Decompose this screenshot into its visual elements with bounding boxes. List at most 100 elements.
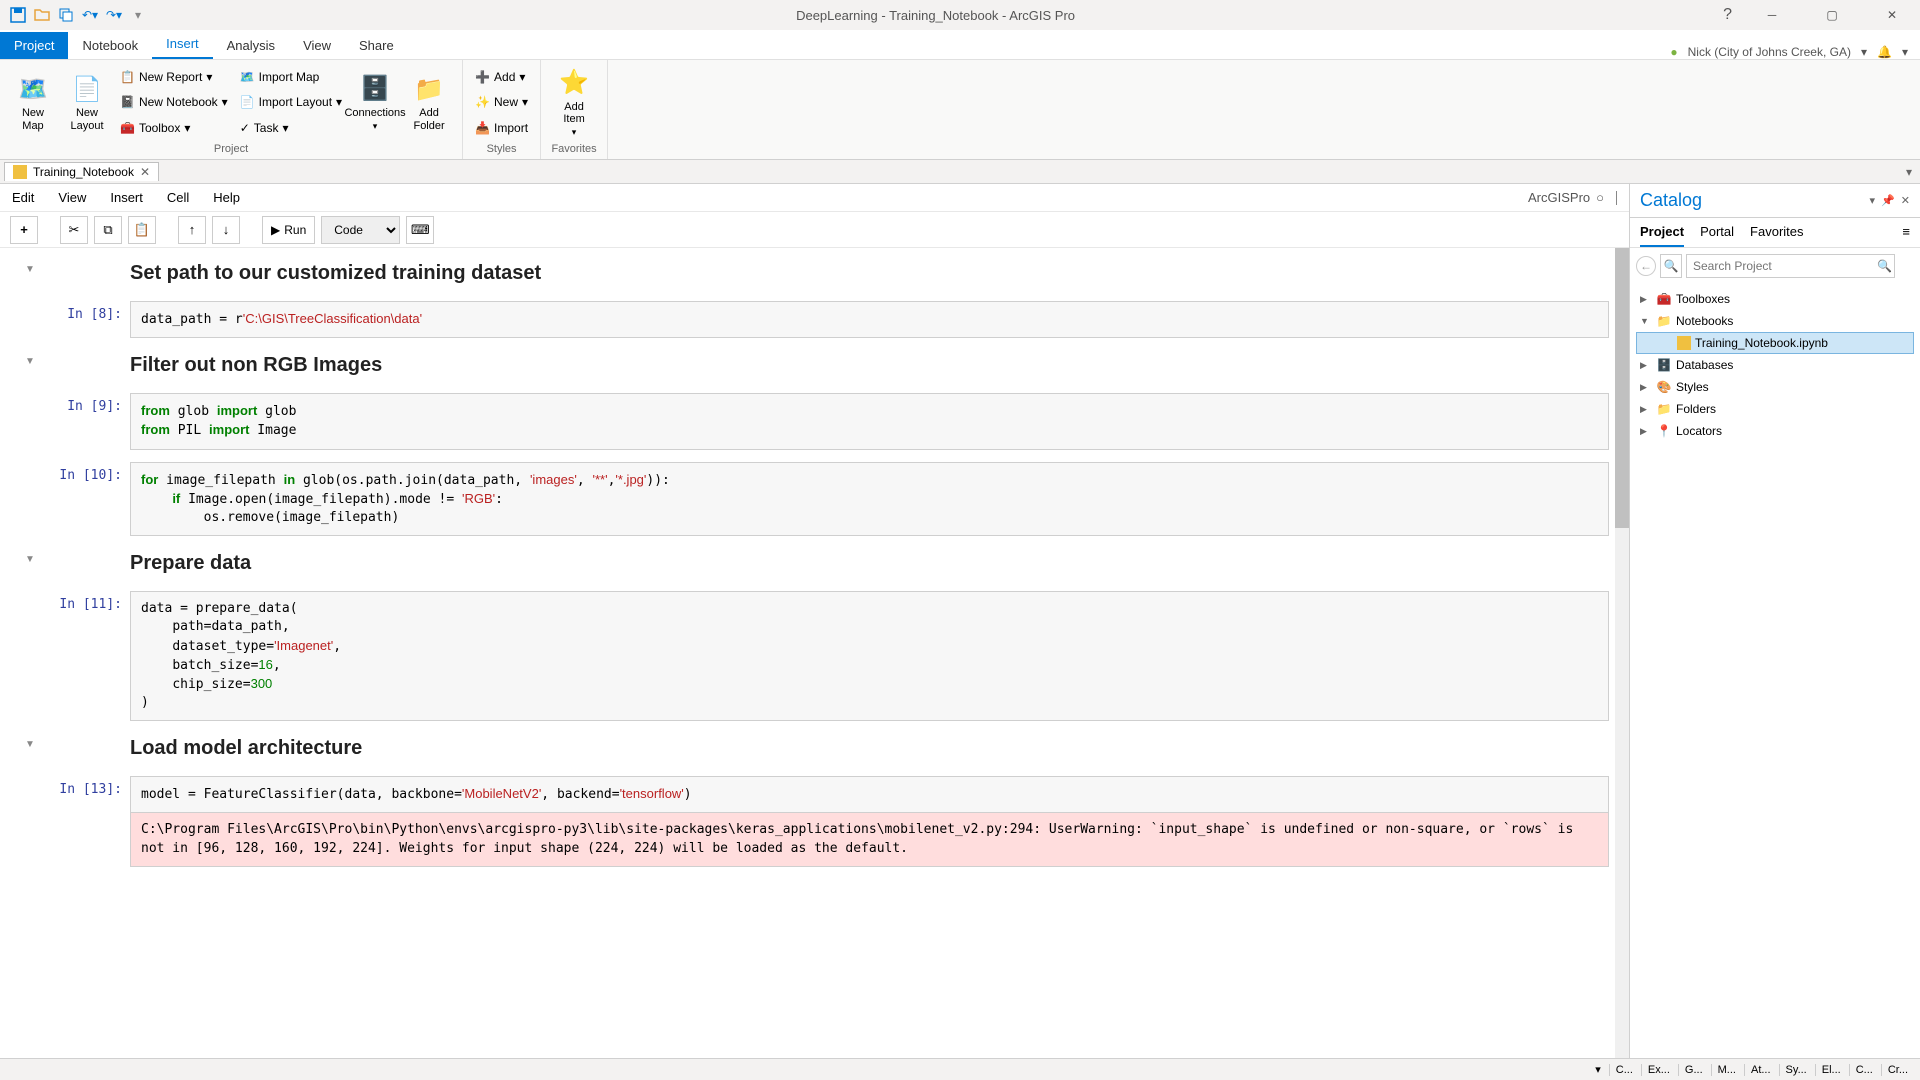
menu-cell[interactable]: Cell (167, 190, 189, 205)
code-cell[interactable]: for image_filepath in glob(os.path.join(… (130, 462, 1609, 537)
user-name[interactable]: Nick (City of Johns Creek, GA) (1688, 45, 1851, 59)
new-report-button[interactable]: 📋New Report▾ (116, 66, 232, 88)
toolbox-button[interactable]: 🧰Toolbox▾ (116, 117, 232, 139)
scrollbar-thumb[interactable] (1615, 248, 1629, 528)
import-map-button[interactable]: 🗺️Import Map (236, 66, 346, 88)
undo-icon[interactable]: ↶▾ (80, 5, 100, 25)
search-go-icon[interactable]: 🔍 (1877, 259, 1892, 273)
insert-cell-button[interactable]: + (10, 216, 38, 244)
catalog-tab-project[interactable]: Project (1640, 224, 1684, 247)
styles-add-button[interactable]: ➕Add▾ (471, 66, 532, 88)
keyboard-button[interactable]: ⌨ (406, 216, 434, 244)
close-tab-icon[interactable]: ✕ (140, 165, 150, 179)
catalog-close-icon[interactable]: ✕ (1901, 194, 1910, 207)
new-notebook-button[interactable]: 📓New Notebook▾ (116, 91, 232, 113)
maximize-button[interactable]: ▢ (1812, 1, 1852, 29)
tab-analysis[interactable]: Analysis (213, 32, 289, 59)
notification-icon[interactable]: 🔔 (1877, 45, 1892, 59)
document-tab-title: Training_Notebook (33, 165, 134, 179)
menu-icon[interactable]: ≡ (1902, 224, 1910, 247)
status-tab[interactable]: Sy... (1779, 1064, 1813, 1076)
document-tab[interactable]: Training_Notebook ✕ (4, 162, 159, 181)
status-tab[interactable]: Cr... (1881, 1064, 1914, 1076)
tab-share[interactable]: Share (345, 32, 408, 59)
cut-button[interactable]: ✂ (60, 216, 88, 244)
locator-icon: 📍 (1656, 423, 1672, 439)
move-up-button[interactable]: ↑ (178, 216, 206, 244)
tree-item-databases[interactable]: ▶🗄️Databases (1636, 354, 1914, 376)
back-icon[interactable]: ← (1636, 256, 1656, 276)
copy-button[interactable]: ⧉ (94, 216, 122, 244)
catalog-tree: ▶🧰Toolboxes ▼📁Notebooks Training_Noteboo… (1630, 284, 1920, 1058)
collapse-icon[interactable]: ▼ (25, 739, 35, 764)
scrollbar-track[interactable] (1615, 248, 1629, 1058)
tree-item-notebook-file[interactable]: Training_Notebook.ipynb (1636, 332, 1914, 354)
move-down-button[interactable]: ↓ (212, 216, 240, 244)
catalog-options-icon[interactable]: ▾ (1870, 194, 1876, 207)
collapse-icon[interactable]: ▼ (25, 356, 35, 381)
run-button[interactable]: ▶Run (262, 216, 315, 244)
catalog-tab-portal[interactable]: Portal (1700, 224, 1734, 247)
search-input[interactable] (1686, 254, 1895, 278)
import-layout-button[interactable]: 📄Import Layout▾ (236, 91, 346, 113)
menu-edit[interactable]: Edit (12, 190, 34, 205)
layout-icon: 📄 (71, 73, 103, 105)
open-icon[interactable] (32, 5, 52, 25)
heading[interactable]: Set path to our customized training data… (130, 258, 1609, 289)
status-tab[interactable]: G... (1678, 1064, 1709, 1076)
styles-new-button[interactable]: ✨New▾ (471, 91, 532, 113)
save-icon[interactable] (8, 5, 28, 25)
heading[interactable]: Filter out non RGB Images (130, 350, 1609, 381)
new-layout-button[interactable]: 📄New Layout (62, 64, 112, 141)
minimize-button[interactable]: ─ (1752, 1, 1792, 29)
code-cell[interactable]: data = prepare_data( path=data_path, dat… (130, 591, 1609, 721)
status-tab[interactable]: M... (1711, 1064, 1742, 1076)
tab-insert[interactable]: Insert (152, 30, 213, 59)
status-tab[interactable]: El... (1815, 1064, 1847, 1076)
heading[interactable]: Load model architecture (130, 733, 1609, 764)
status-tab[interactable]: C... (1609, 1064, 1639, 1076)
heading[interactable]: Prepare data (130, 548, 1609, 579)
code-cell[interactable]: from glob import glob from PIL import Im… (130, 393, 1609, 449)
folder-icon: 📁 (413, 73, 445, 105)
collapse-icon[interactable]: ▼ (25, 554, 35, 579)
status-tab[interactable]: Ex... (1641, 1064, 1676, 1076)
tree-item-toolboxes[interactable]: ▶🧰Toolboxes (1636, 288, 1914, 310)
qat-customize-icon[interactable]: ▾ (128, 5, 148, 25)
menu-view[interactable]: View (58, 190, 86, 205)
new-map-button[interactable]: 🗺️New Map (8, 64, 58, 141)
tab-view[interactable]: View (289, 32, 345, 59)
status-tab[interactable]: At... (1744, 1064, 1777, 1076)
notification-dropdown-icon[interactable]: ▾ (1902, 45, 1908, 59)
menu-help[interactable]: Help (213, 190, 240, 205)
status-tab[interactable]: C... (1849, 1064, 1879, 1076)
tree-item-locators[interactable]: ▶📍Locators (1636, 420, 1914, 442)
tree-item-styles[interactable]: ▶🎨Styles (1636, 376, 1914, 398)
catalog-tab-favorites[interactable]: Favorites (1750, 224, 1803, 247)
tab-project[interactable]: Project (0, 32, 68, 59)
user-dropdown-icon[interactable]: ▾ (1861, 45, 1867, 59)
styles-import-button[interactable]: 📥Import (471, 117, 532, 139)
connections-button[interactable]: 🗄️Connections▾ (350, 64, 400, 141)
doctabs-dropdown-icon[interactable]: ▾ (1906, 165, 1920, 179)
statusbar-dropdown-icon[interactable]: ▾ (1589, 1063, 1607, 1076)
task-button[interactable]: ✓Task▾ (236, 117, 346, 139)
tree-item-folders[interactable]: ▶📁Folders (1636, 398, 1914, 420)
catalog-pin-icon[interactable]: 📌 (1881, 194, 1895, 207)
help-icon[interactable]: ? (1723, 6, 1732, 24)
tree-item-notebooks[interactable]: ▼📁Notebooks (1636, 310, 1914, 332)
redo-icon[interactable]: ↷▾ (104, 5, 124, 25)
code-cell[interactable]: data_path = r'C:\GIS\TreeClassification\… (130, 301, 1609, 338)
cell-prompt: In [13]: (50, 776, 130, 867)
notebook-body[interactable]: ▼ Set path to our customized training da… (0, 248, 1629, 1058)
copy-icon[interactable] (56, 5, 76, 25)
tab-notebook[interactable]: Notebook (68, 32, 152, 59)
code-cell[interactable]: model = FeatureClassifier(data, backbone… (130, 776, 1609, 813)
close-button[interactable]: ✕ (1872, 1, 1912, 29)
add-folder-button[interactable]: 📁Add Folder (404, 64, 454, 141)
collapse-icon[interactable]: ▼ (25, 264, 35, 289)
paste-button[interactable]: 📋 (128, 216, 156, 244)
menu-insert[interactable]: Insert (110, 190, 143, 205)
cell-type-select[interactable]: Code (321, 216, 400, 244)
add-item-button[interactable]: ⭐Add Item▾ (549, 64, 599, 141)
